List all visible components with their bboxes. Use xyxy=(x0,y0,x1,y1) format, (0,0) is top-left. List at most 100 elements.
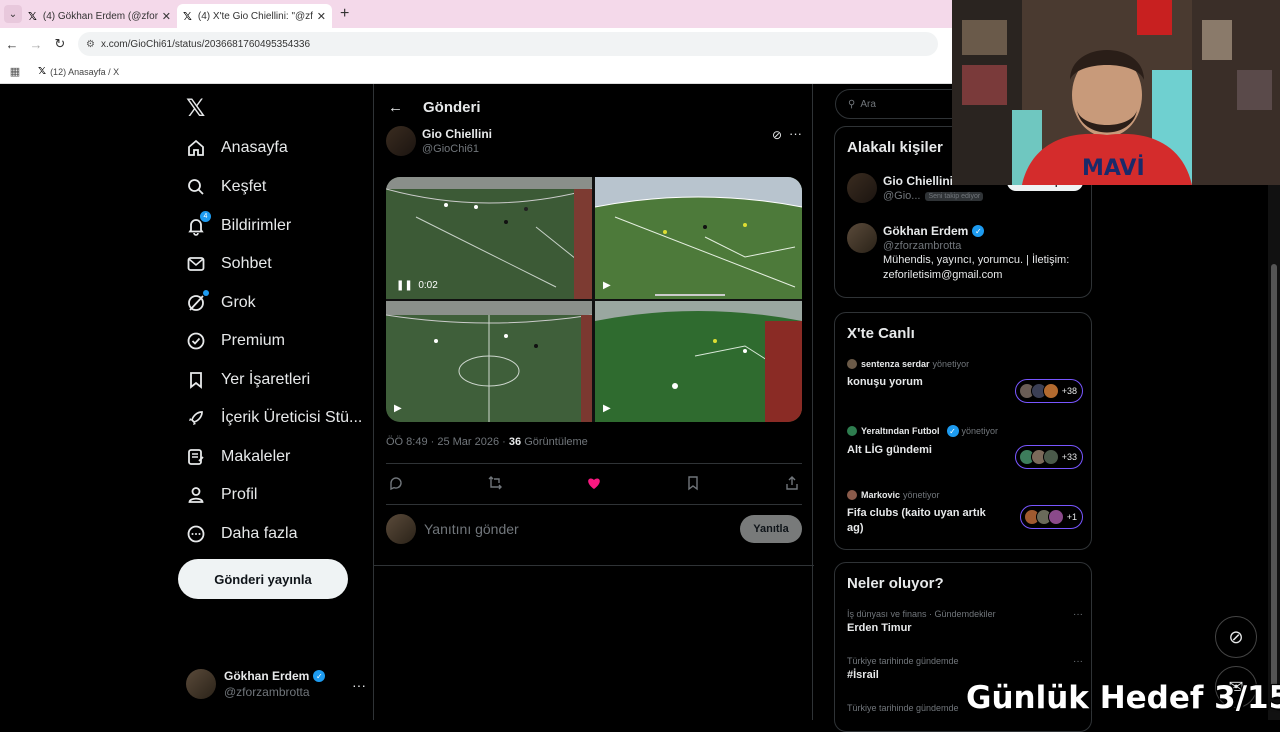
account-switcher[interactable]: Gökhan Erdem ✓ @zforzambrotta ··· xyxy=(186,669,366,699)
listeners-pill[interactable]: +38 xyxy=(1014,379,1083,403)
author-name[interactable]: Gio Chiellini xyxy=(422,127,492,141)
x-logo-icon[interactable]: 𝕏 xyxy=(186,94,205,123)
browser-tab-active[interactable]: 𝕏 (4) X'te Gio Chiellini: "@zforzam ✕ xyxy=(177,4,332,28)
left-sidebar: 𝕏 Anasayfa Keşfet 4 Bildirimler Sohbet G… xyxy=(178,84,373,720)
nav-item-more[interactable]: Daha fazla xyxy=(186,517,298,551)
post-header: ← Gönderi xyxy=(374,92,812,122)
author-avatar[interactable] xyxy=(386,126,416,156)
listener-count: +1 xyxy=(1066,512,1077,522)
video-tile-1[interactable]: ❚❚ 0:02 xyxy=(386,177,592,299)
article-icon xyxy=(186,447,206,467)
search-placeholder: Ara xyxy=(860,98,876,110)
nav-item-grok[interactable]: Grok xyxy=(186,286,256,320)
search-icon: ⚲ xyxy=(848,98,856,110)
nav-label: Premium xyxy=(221,332,286,349)
grok-fab-icon[interactable]: ⊘ xyxy=(1215,616,1257,658)
nav-item-notifications[interactable]: 4 Bildirimler xyxy=(186,209,291,243)
share-icon[interactable] xyxy=(782,475,802,494)
nav-item-chat[interactable]: Sohbet xyxy=(186,247,272,281)
tab-title: (4) Gökhan Erdem (@zforzamb xyxy=(42,10,158,22)
x-favicon-icon: 𝕏 xyxy=(183,10,192,23)
account-name-row: Gökhan Erdem ✓ xyxy=(224,669,326,683)
listeners-pill[interactable]: +33 xyxy=(1014,445,1083,469)
verified-badge-icon: ✓ xyxy=(313,670,326,682)
avatar xyxy=(847,173,877,203)
post-actions xyxy=(386,472,802,496)
like-heart-icon[interactable] xyxy=(584,475,604,494)
nav-item-creator-studio[interactable]: İçerik Üreticisi Stü... xyxy=(186,401,362,435)
url-field[interactable]: ⚙ x.com/GioChi61/status/2036681760495354… xyxy=(78,32,938,56)
site-settings-icon[interactable]: ⚙ xyxy=(86,39,95,50)
space-topic: konuşu yorum xyxy=(847,376,923,388)
video-tile-4[interactable]: ▶ xyxy=(595,301,802,422)
repost-icon[interactable] xyxy=(485,475,505,494)
browser-tab[interactable]: 𝕏 (4) Gökhan Erdem (@zforzamb ✕ xyxy=(22,4,177,28)
host-role: yönetiyor xyxy=(961,426,999,436)
bio-line: zeforiletisim@gmail.com xyxy=(883,269,1003,281)
scrollbar-thumb[interactable] xyxy=(1271,264,1277,689)
host-role: yönetiyor xyxy=(932,359,970,369)
live-space-item[interactable]: Markovic yönetiyor Fifa clubs (kaito uyan… xyxy=(847,490,1083,536)
reload-icon[interactable]: ↻ xyxy=(48,36,72,52)
bookmark-item[interactable]: 𝕏 (12) Anasayfa / X xyxy=(38,66,119,77)
nav-item-premium[interactable]: Premium xyxy=(186,324,285,358)
play-icon[interactable]: ▶ xyxy=(603,403,611,414)
host-name: sentenza serdar xyxy=(861,359,930,369)
person-handle: @Gio... xyxy=(883,190,921,202)
reply-composer: Yanıtını gönder Yanıtla xyxy=(386,514,802,544)
nav-item-bookmarks[interactable]: Yer İşaretleri xyxy=(186,363,310,397)
trend-title: Erden Timur xyxy=(847,622,912,634)
play-icon[interactable]: ▶ xyxy=(394,403,402,414)
live-space-item[interactable]: sentenza serdar yönetiyor konuşu yorum +3… xyxy=(847,359,1083,403)
avatar xyxy=(186,669,216,699)
live-space-item[interactable]: Yeraltından Futbol ✓ yönetiyor Alt LİG gün… xyxy=(847,425,1083,469)
tab-search-dropdown[interactable]: ⌄ xyxy=(4,5,22,23)
apps-grid-icon[interactable]: ▦ xyxy=(0,65,30,78)
trend-item[interactable]: Türkiye tarihinde gündemde #İsrail ··· xyxy=(847,656,1083,681)
video-tile-3[interactable]: ▶ xyxy=(386,301,592,422)
new-tab-icon[interactable]: + xyxy=(340,5,349,23)
nav-item-home[interactable]: Anasayfa xyxy=(186,131,288,165)
search-icon xyxy=(186,177,206,197)
more-dots-icon[interactable]: ··· xyxy=(789,126,802,141)
nav-item-explore[interactable]: Keşfet xyxy=(186,170,266,204)
person-icon xyxy=(186,485,206,505)
grok-icon[interactable]: ⊘ xyxy=(772,128,782,142)
tab-title: (4) X'te Gio Chiellini: "@zforzam xyxy=(197,10,313,22)
nav-label: Sohbet xyxy=(221,255,272,272)
more-circle-icon xyxy=(186,524,206,544)
bookmark-label: (12) Anasayfa / X xyxy=(50,66,120,77)
trend-item[interactable]: İş dünyası ve finans · Gündemdekiler Erd… xyxy=(847,609,1083,634)
reply-icon[interactable] xyxy=(386,475,406,494)
more-dots-icon[interactable]: ··· xyxy=(1073,656,1083,667)
bio-line: Mühendis, yayıncı, yorumcu. | İletişim: xyxy=(883,254,1070,266)
host-avatar xyxy=(847,426,857,436)
back-icon[interactable]: ← xyxy=(0,37,24,52)
host-name: Yeraltından Futbol xyxy=(861,426,940,436)
video-tile-2[interactable]: ▶ xyxy=(595,177,802,299)
more-dots-icon[interactable]: ··· xyxy=(1073,609,1083,620)
reply-button[interactable]: Yanıtla xyxy=(740,515,802,543)
person-bio: Mühendis, yayıncı, yorumcu. | İletişim: … xyxy=(883,253,1083,283)
tab-close-icon[interactable]: ✕ xyxy=(317,10,326,23)
browser-tabbar: ⌄ 𝕏 (4) Gökhan Erdem (@zforzamb ✕ 𝕏 (4) … xyxy=(0,0,952,28)
more-dots-icon[interactable]: ··· xyxy=(352,677,366,693)
person-card[interactable]: Gökhan Erdem ✓ @zforzambrotta Mühendis, y… xyxy=(847,223,1083,283)
tab-close-icon[interactable]: ✕ xyxy=(162,10,171,23)
play-icon[interactable]: ▶ xyxy=(603,280,611,291)
post-button[interactable]: Gönderi yayınla xyxy=(178,559,348,599)
author-handle[interactable]: @GioChi61 xyxy=(422,143,492,155)
view-label: Görüntüleme xyxy=(521,436,588,448)
nav-label: İçerik Üreticisi Stü... xyxy=(221,409,363,426)
back-arrow-icon[interactable]: ← xyxy=(388,99,403,116)
x-favicon-icon: 𝕏 xyxy=(38,66,47,77)
home-icon xyxy=(186,138,206,158)
listeners-pill[interactable]: +1 xyxy=(1019,505,1083,529)
nav-item-articles[interactable]: Makaleler xyxy=(186,440,290,474)
bookmark-icon[interactable] xyxy=(683,475,703,494)
nav-item-profile[interactable]: Profil xyxy=(186,478,257,512)
reply-input[interactable]: Yanıtını gönder xyxy=(424,521,740,537)
forward-icon[interactable]: → xyxy=(24,37,48,52)
pause-icon[interactable]: ❚❚ xyxy=(396,280,413,291)
video-frame xyxy=(386,301,592,422)
